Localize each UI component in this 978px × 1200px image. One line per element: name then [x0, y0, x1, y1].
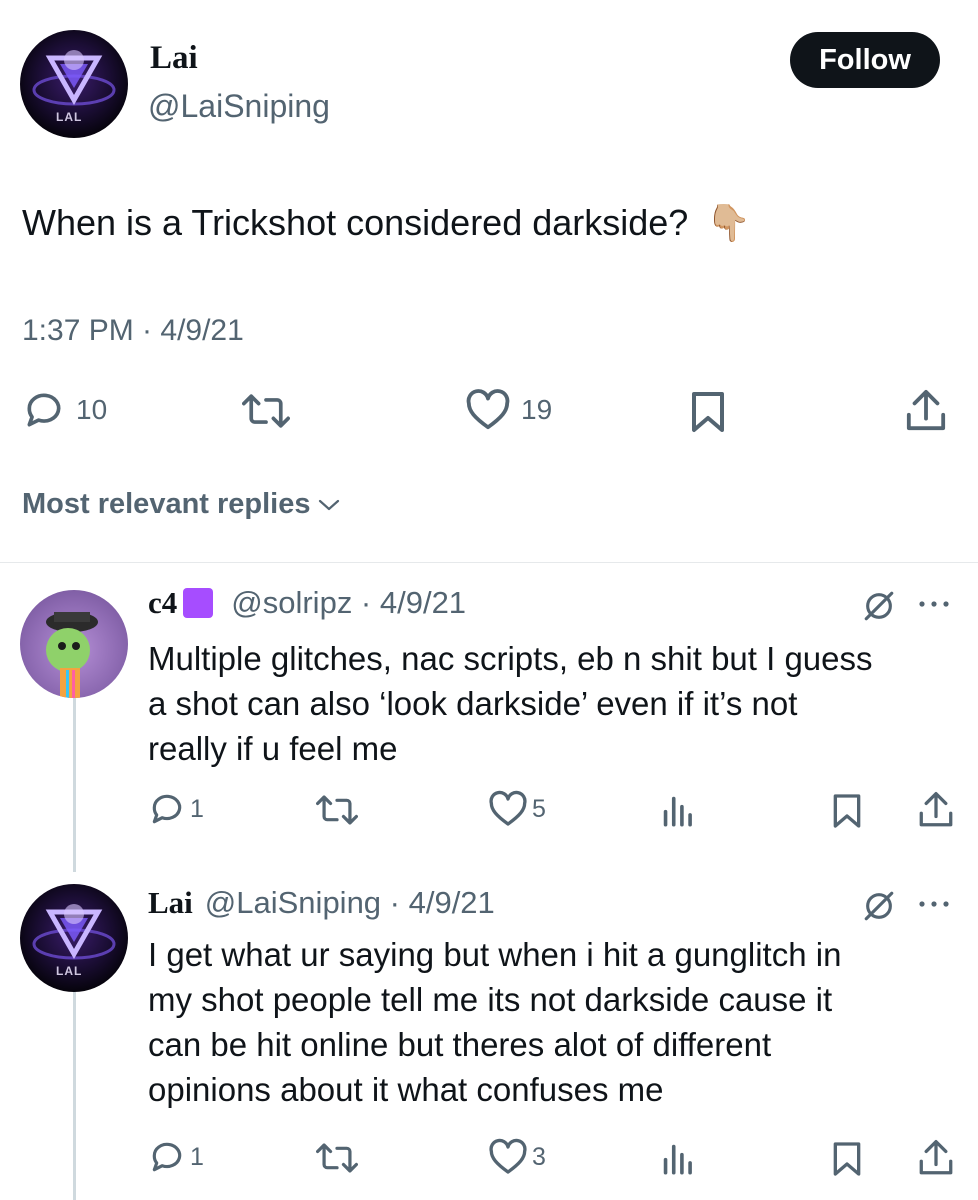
reply-author-name[interactable]: Lai — [148, 885, 193, 921]
retweet-icon — [242, 390, 290, 432]
reply-line: can be hit online but theres alot of dif… — [148, 1026, 772, 1063]
share-icon — [918, 790, 954, 830]
bookmark-action[interactable] — [832, 1140, 862, 1178]
like-count: 5 — [532, 794, 546, 823]
reply-action[interactable]: 1 — [148, 790, 204, 828]
reply-line: really if u feel me — [148, 730, 398, 767]
reply-count: 1 — [190, 794, 204, 823]
tweet-text: When is a Trickshot considered darkside?… — [22, 200, 922, 246]
bookmark-icon — [690, 390, 726, 434]
author-avatar[interactable]: LAL — [20, 30, 128, 138]
share-icon — [918, 1138, 954, 1178]
reply-line: I get what ur saying but when i hit a gu… — [148, 936, 842, 973]
views-icon — [660, 1140, 694, 1176]
author-name[interactable]: Lai — [150, 40, 198, 77]
views-action[interactable] — [660, 1140, 694, 1176]
reply-line: my shot people tell me its not darkside … — [148, 981, 833, 1018]
bookmark-icon — [832, 1140, 862, 1178]
grok-icon[interactable] — [862, 889, 896, 923]
retweet-action[interactable] — [242, 390, 290, 432]
reply-header: c4 @solripz · 4/9/21 — [148, 585, 466, 621]
bookmark-action[interactable] — [690, 390, 726, 434]
more-icon[interactable] — [916, 598, 952, 610]
bookmark-action[interactable] — [832, 792, 862, 830]
reply-count: 10 — [76, 394, 108, 425]
views-icon — [660, 792, 694, 828]
retweet-icon — [316, 1140, 358, 1176]
reply-header: Lai @LaiSniping · 4/9/21 — [148, 885, 495, 921]
author-handle[interactable]: @LaiSniping — [148, 88, 330, 125]
retweet-icon — [316, 792, 358, 828]
reply-handle-date[interactable]: @LaiSniping · 4/9/21 — [205, 885, 495, 921]
divider — [0, 562, 978, 563]
avatar-label: LAL — [56, 110, 83, 124]
avatar-label: LAL — [56, 964, 83, 978]
reply-line: a shot can also ‘look darkside’ even if … — [148, 685, 798, 722]
like-count: 3 — [532, 1142, 546, 1171]
reply-action[interactable]: 10 — [22, 388, 107, 432]
like-count: 19 — [521, 394, 553, 425]
ape-avatar-icon — [46, 612, 98, 698]
reply-count: 1 — [190, 1142, 204, 1171]
reply-handle-date[interactable]: @solripz · 4/9/21 — [231, 585, 466, 621]
views-action[interactable] — [660, 792, 694, 828]
share-action[interactable] — [918, 1138, 954, 1178]
retweet-action[interactable] — [316, 792, 358, 828]
replies-sort-label: Most relevant replies — [22, 488, 311, 520]
reply-icon — [148, 790, 186, 828]
reply-line: Multiple glitches, nac scripts, eb n shi… — [148, 640, 873, 677]
reply-action[interactable]: 1 — [148, 1138, 204, 1176]
share-icon — [905, 388, 947, 434]
reply-icon — [22, 388, 66, 432]
reply-text: I get what ur saying but when i hit a gu… — [148, 932, 968, 1112]
heart-icon — [465, 388, 511, 432]
chevron-down-icon — [317, 488, 341, 521]
thread-line — [73, 692, 76, 872]
bookmark-icon — [832, 792, 862, 830]
thread-line — [73, 992, 76, 1200]
reply-text: Multiple glitches, nac scripts, eb n shi… — [148, 636, 968, 771]
retweet-action[interactable] — [316, 1140, 358, 1176]
more-icon[interactable] — [916, 898, 952, 910]
follow-button[interactable]: Follow — [790, 32, 940, 88]
reply-line: opinions about it what confuses me — [148, 1071, 664, 1108]
heart-icon — [488, 1138, 528, 1176]
reply-avatar[interactable]: LAL — [20, 884, 128, 992]
share-action[interactable] — [905, 388, 947, 434]
pointing-down-emoji: 👇🏼 — [706, 202, 752, 243]
reply-icon — [148, 1138, 186, 1176]
reply-avatar[interactable] — [20, 590, 128, 698]
replies-sort-dropdown[interactable]: Most relevant replies — [22, 488, 341, 521]
reply-author-name[interactable]: c4 — [148, 585, 177, 621]
tweet-timestamp[interactable]: 1:37 PM · 4/9/21 — [22, 314, 244, 348]
like-action[interactable]: 19 — [465, 388, 552, 432]
like-action[interactable]: 3 — [488, 1138, 546, 1176]
purple-square-emoji — [183, 588, 214, 618]
like-action[interactable]: 5 — [488, 790, 546, 828]
grok-icon[interactable] — [862, 589, 896, 623]
heart-icon — [488, 790, 528, 828]
tweet-body: When is a Trickshot considered darkside? — [22, 202, 689, 243]
share-action[interactable] — [918, 790, 954, 830]
